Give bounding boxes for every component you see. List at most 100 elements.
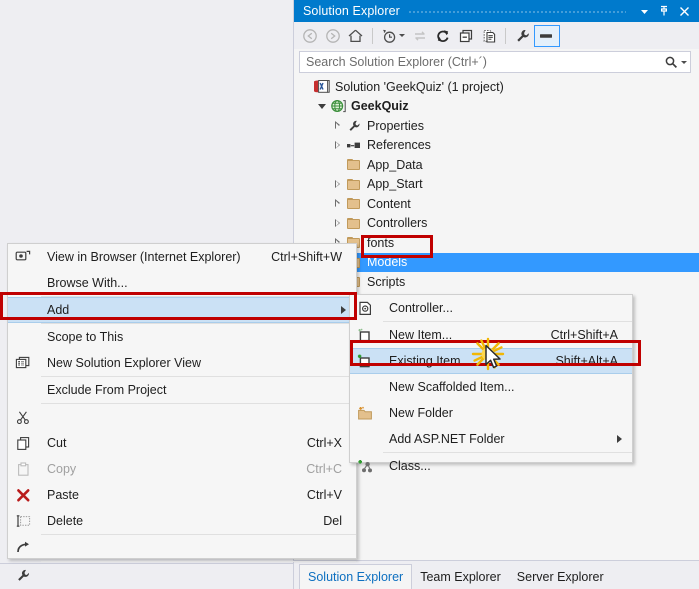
back-button[interactable] <box>298 25 321 47</box>
menu-item-delete[interactable]: Paste Ctrl+V <box>8 482 356 508</box>
tree-item-label: Controllers <box>367 216 431 230</box>
menu-item-add[interactable]: Add <box>8 297 356 323</box>
folder-icon <box>345 176 363 193</box>
wrench-icon <box>345 117 363 134</box>
expander-right-icon[interactable] <box>331 175 345 194</box>
view-in-browser-icon <box>8 244 38 270</box>
tree-item-label: Models <box>367 255 411 269</box>
scissors-icon <box>8 404 38 430</box>
folder-icon <box>345 215 363 232</box>
close-icon[interactable] <box>674 0 694 22</box>
menu-item-properties[interactable] <box>8 562 356 588</box>
menu-item-shortcut: Del <box>323 514 356 528</box>
title-bar-drag-dots <box>408 0 626 22</box>
references-icon <box>345 137 363 154</box>
submenu-item-label: Controller... <box>380 301 618 315</box>
forward-button[interactable] <box>321 25 344 47</box>
menu-item-open-folder-in-file-explorer[interactable] <box>8 535 356 561</box>
collapse-all-icon[interactable] <box>454 25 477 47</box>
new-folder-icon <box>350 400 380 426</box>
tree-item-solution[interactable]: Solution 'GeekQuiz' (1 project) <box>295 77 699 97</box>
submenu-item-shortcut: Ctrl+Shift+A <box>551 328 632 342</box>
tree-item-label: Content <box>367 197 415 211</box>
folder-icon <box>345 156 363 173</box>
menu-icon-empty <box>8 377 38 403</box>
submenu-item-label: New Folder <box>380 406 618 420</box>
menu-item-cut[interactable] <box>8 404 356 430</box>
pin-icon[interactable] <box>654 0 674 22</box>
search-options-button[interactable] <box>660 52 690 72</box>
tab-team-explorer[interactable]: Team Explorer <box>412 564 509 589</box>
menu-item-new-solution-explorer-view[interactable]: New Solution Explorer View <box>8 350 356 376</box>
controller-icon <box>350 295 380 321</box>
add-submenu: Controller... New Item... Ctrl+Shift+A <box>349 294 633 463</box>
tree-item-label: App_Data <box>367 158 427 172</box>
window-dropdown-icon[interactable] <box>634 0 654 22</box>
expander-placeholder <box>299 77 313 96</box>
wrench-icon[interactable] <box>511 25 534 47</box>
search-box[interactable] <box>299 51 691 73</box>
screenshot-root: Solution Explorer <box>0 0 699 589</box>
submenu-item-class[interactable]: Class... <box>350 453 632 479</box>
submenu-item-controller[interactable]: Controller... <box>350 295 632 321</box>
new-item-icon <box>350 322 380 348</box>
submenu-item-shortcut: Shift+Alt+A <box>555 354 632 368</box>
tree-item-label: GeekQuiz <box>351 99 413 113</box>
menu-item-label: New Solution Explorer View <box>38 356 342 370</box>
tree-item-properties[interactable]: Properties <box>295 116 699 136</box>
tree-item-references[interactable]: References <box>295 136 699 156</box>
menu-item-paste[interactable]: Copy Ctrl+C <box>8 456 356 482</box>
submenu-item-new-item[interactable]: New Item... Ctrl+Shift+A <box>350 322 632 348</box>
submenu-arrow-icon <box>617 435 622 443</box>
menu-item-label: Cut <box>38 436 307 450</box>
expander-right-icon[interactable] <box>331 214 345 233</box>
show-all-files-icon[interactable] <box>477 25 500 47</box>
expander-right-icon[interactable] <box>331 116 345 135</box>
refresh-icon[interactable] <box>431 25 454 47</box>
tree-item-controllers[interactable]: Controllers <box>295 214 699 234</box>
menu-item-label: Exclude From Project <box>38 383 342 397</box>
menu-item-label: Add <box>38 303 341 317</box>
submenu-item-add-aspnet-folder[interactable]: Add ASP.NET Folder <box>350 426 632 452</box>
tree-item-app-start[interactable]: App_Start <box>295 175 699 195</box>
search-dropdown-caret[interactable] <box>681 61 687 64</box>
clock-filter-icon[interactable] <box>378 25 408 47</box>
expander-down-icon[interactable] <box>315 97 329 116</box>
expander-right-icon[interactable] <box>331 136 345 155</box>
wrench-icon <box>8 562 38 588</box>
tree-item-geekquiz[interactable]: GeekQuiz <box>295 97 699 117</box>
preview-pane-icon[interactable] <box>534 25 560 47</box>
submenu-item-new-folder[interactable]: New Folder <box>350 400 632 426</box>
tree-item-label: App_Start <box>367 177 427 191</box>
menu-icon-empty <box>8 297 38 323</box>
menu-item-rename[interactable]: Delete Del <box>8 508 356 534</box>
expander-right-icon[interactable] <box>331 194 345 213</box>
clock-filter-dropdown-caret[interactable] <box>399 34 405 37</box>
menu-item-scope-to-this[interactable]: Scope to This <box>8 324 356 350</box>
submenu-item-new-scaffolded-item[interactable]: New Scaffolded Item... <box>350 374 632 400</box>
menu-item-exclude-from-project[interactable]: Exclude From Project <box>8 377 356 403</box>
class-icon <box>350 453 380 479</box>
tab-label: Server Explorer <box>517 570 604 584</box>
menu-item-label: Paste <box>38 488 307 502</box>
tab-server-explorer[interactable]: Server Explorer <box>509 564 612 589</box>
menu-item-copy[interactable]: Cut Ctrl+X <box>8 430 356 456</box>
tree-item-label: References <box>367 138 435 152</box>
existing-item-icon <box>350 348 380 374</box>
submenu-item-existing-item[interactable]: Existing Item... Shift+Alt+A <box>350 348 632 374</box>
rename-icon <box>8 508 38 534</box>
sync-arrows-icon[interactable] <box>408 25 431 47</box>
new-solution-explorer-view-icon <box>8 350 38 376</box>
tab-label: Team Explorer <box>420 570 501 584</box>
submenu-item-label: Existing Item... <box>380 354 555 368</box>
web-project-icon <box>329 98 347 115</box>
tree-item-content[interactable]: Content <box>295 194 699 214</box>
menu-item-view-in-browser[interactable]: View in Browser (Internet Explorer) Ctrl… <box>8 244 356 270</box>
submenu-item-label: Add ASP.NET Folder <box>380 432 617 446</box>
home-icon[interactable] <box>344 25 367 47</box>
expander-placeholder <box>331 155 345 174</box>
search-input[interactable] <box>300 54 660 70</box>
tree-item-app-data[interactable]: App_Data <box>295 155 699 175</box>
menu-item-browse-with[interactable]: Browse With... <box>8 270 356 296</box>
menu-icon-empty <box>8 324 38 350</box>
